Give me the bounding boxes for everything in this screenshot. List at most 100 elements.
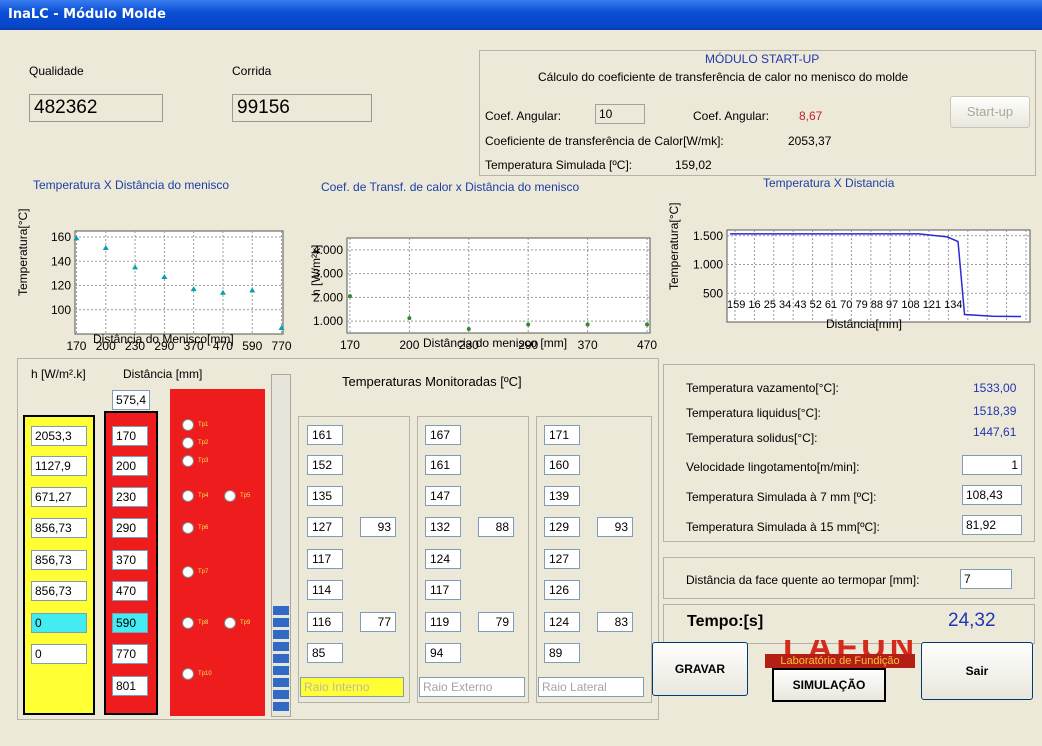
temperature-field[interactable]: 139 <box>544 486 580 506</box>
temperature-field[interactable]: 126 <box>544 580 580 600</box>
y-tick-label: 4.000 <box>313 243 343 257</box>
temperature-field[interactable]: 152 <box>307 455 343 475</box>
simulacao-button[interactable]: SIMULAÇÃO <box>772 668 886 702</box>
thermocouple-radio-tp6[interactable] <box>182 522 194 534</box>
temperature-field[interactable]: 160 <box>544 455 580 475</box>
h-value-field[interactable]: 856,73 <box>31 518 87 538</box>
thermocouple-label: Tp5 <box>240 493 251 499</box>
temperature-field[interactable]: 94 <box>425 643 461 663</box>
distance-field[interactable]: 290 <box>112 518 148 538</box>
temperature-extra-field[interactable]: 79 <box>478 612 514 632</box>
distance-field[interactable]: 801 <box>112 676 148 696</box>
h-value-field[interactable]: 856,73 <box>31 550 87 570</box>
gravar-button[interactable]: GRAVAR <box>652 642 748 696</box>
lafun-logo: LAFUN Laboratório de Fundição <box>765 640 915 670</box>
thermocouple-radio-tp7[interactable] <box>182 566 194 578</box>
temperature-extra-field[interactable]: 83 <box>597 612 633 632</box>
coef-angular-input[interactable]: 10 <box>595 104 645 124</box>
temperature-field[interactable]: 114 <box>307 580 343 600</box>
h-header: h [W/m².k] <box>31 367 86 381</box>
h-value-field[interactable]: 1127,9 <box>31 456 87 476</box>
y-tick-label: 1.000 <box>313 314 343 328</box>
chart1-ylabel: Temperatura[°C] <box>16 209 30 297</box>
chart3-xlabel: Distância[mm] <box>826 317 903 331</box>
temperature-field[interactable]: 124 <box>544 612 580 632</box>
temperature-field[interactable]: 85 <box>307 643 343 663</box>
temperature-field[interactable]: 117 <box>425 580 461 600</box>
thermocouple-radio-tp8[interactable] <box>182 617 194 629</box>
y-tick-label: 3.000 <box>313 267 343 281</box>
level-segment <box>273 690 289 699</box>
thermocouple-radio-tp9[interactable] <box>224 617 236 629</box>
raio-lateral-field[interactable]: Raio Lateral <box>538 677 644 697</box>
temperature-extra-field[interactable]: 88 <box>478 517 514 537</box>
thermocouple-radio-tp3[interactable] <box>182 455 194 467</box>
x-tick-label: 770 <box>272 339 292 353</box>
tempo-value: 24,32 <box>948 610 996 631</box>
temperature-field[interactable]: 135 <box>307 486 343 506</box>
thermocouple-radio-tp5[interactable] <box>224 490 236 502</box>
coef-angular2-label: Coef. Angular: <box>693 109 770 123</box>
sim7-field[interactable]: 108,43 <box>962 485 1022 505</box>
distance-field[interactable]: 230 <box>112 487 148 507</box>
temperature-field[interactable]: 117 <box>307 549 343 569</box>
sim7-label: Temperatura Simulada à 7 mm [ºC]: <box>686 490 877 504</box>
y-tick-label: 500 <box>703 286 723 300</box>
startup-button[interactable]: Start-up <box>950 96 1030 128</box>
corrida-field[interactable]: 99156 <box>232 94 372 122</box>
h-value-field[interactable]: 0 <box>31 613 87 633</box>
thermocouple-radio-tp4[interactable] <box>182 490 194 502</box>
dist-top-field[interactable]: 575,4 <box>112 390 150 410</box>
x-tick-label: 590 <box>242 339 262 353</box>
temperature-extra-field[interactable]: 93 <box>360 517 396 537</box>
raio-externo-field[interactable]: Raio Externo <box>419 677 525 697</box>
thermocouple-radio-tp10[interactable] <box>182 668 194 680</box>
temperature-field[interactable]: 147 <box>425 486 461 506</box>
distance-field[interactable]: 770 <box>112 644 148 664</box>
title-bar: InaLC - Módulo Molde <box>0 0 1042 30</box>
h-value-field[interactable]: 856,73 <box>31 581 87 601</box>
level-segment <box>273 666 289 675</box>
face-field[interactable]: 7 <box>960 569 1012 589</box>
temperature-field[interactable]: 124 <box>425 549 461 569</box>
level-segment <box>273 678 289 687</box>
temperature-field[interactable]: 161 <box>307 425 343 445</box>
temp-sim-label: Temperatura Simulada [ºC]: <box>485 158 633 172</box>
temperature-field[interactable]: 161 <box>425 455 461 475</box>
sair-button[interactable]: Sair <box>921 642 1033 700</box>
thermocouple-radio-tp2[interactable] <box>182 437 194 449</box>
distance-field[interactable]: 470 <box>112 581 148 601</box>
qualidade-field[interactable]: 482362 <box>29 94 163 122</box>
temperature-field[interactable]: 116 <box>307 612 343 632</box>
temperature-field[interactable]: 119 <box>425 612 461 632</box>
thermocouple-radio-tp1[interactable] <box>182 419 194 431</box>
temperature-field[interactable]: 127 <box>544 549 580 569</box>
sim15-field[interactable]: 81,92 <box>962 515 1022 535</box>
temperature-field[interactable]: 171 <box>544 425 580 445</box>
y-tick-label: 1.000 <box>693 258 723 272</box>
temperature-extra-field[interactable]: 93 <box>597 517 633 537</box>
temperature-field[interactable]: 129 <box>544 517 580 537</box>
distance-field[interactable]: 370 <box>112 550 148 570</box>
temperature-field[interactable]: 167 <box>425 425 461 445</box>
level-segment <box>273 654 289 663</box>
temperature-field[interactable]: 89 <box>544 643 580 663</box>
distance-field[interactable]: 170 <box>112 426 148 446</box>
chart3-ylabel: Temperatura[°C] <box>667 203 681 291</box>
distance-field[interactable]: 200 <box>112 456 148 476</box>
h-value-field[interactable]: 2053,3 <box>31 426 87 446</box>
solidus-label: Temperatura solidus[°C]: <box>686 431 818 445</box>
velocidade-field[interactable]: 1 <box>962 455 1022 475</box>
h-value-field[interactable]: 0 <box>31 644 87 664</box>
vazamento-value: 1533,00 <box>973 381 1017 395</box>
h-value-field[interactable]: 671,27 <box>31 487 87 507</box>
level-segment <box>273 606 289 615</box>
corrida-label: Corrida <box>232 64 272 78</box>
data-point <box>645 322 650 327</box>
temperature-extra-field[interactable]: 77 <box>360 612 396 632</box>
temperature-field[interactable]: 127 <box>307 517 343 537</box>
temperature-field[interactable]: 132 <box>425 517 461 537</box>
raio-interno-field[interactable]: Raio Interno <box>300 677 404 697</box>
startup-subtitle: Cálculo do coeficiente de transferência … <box>538 70 909 84</box>
distance-field[interactable]: 590 <box>112 613 148 633</box>
